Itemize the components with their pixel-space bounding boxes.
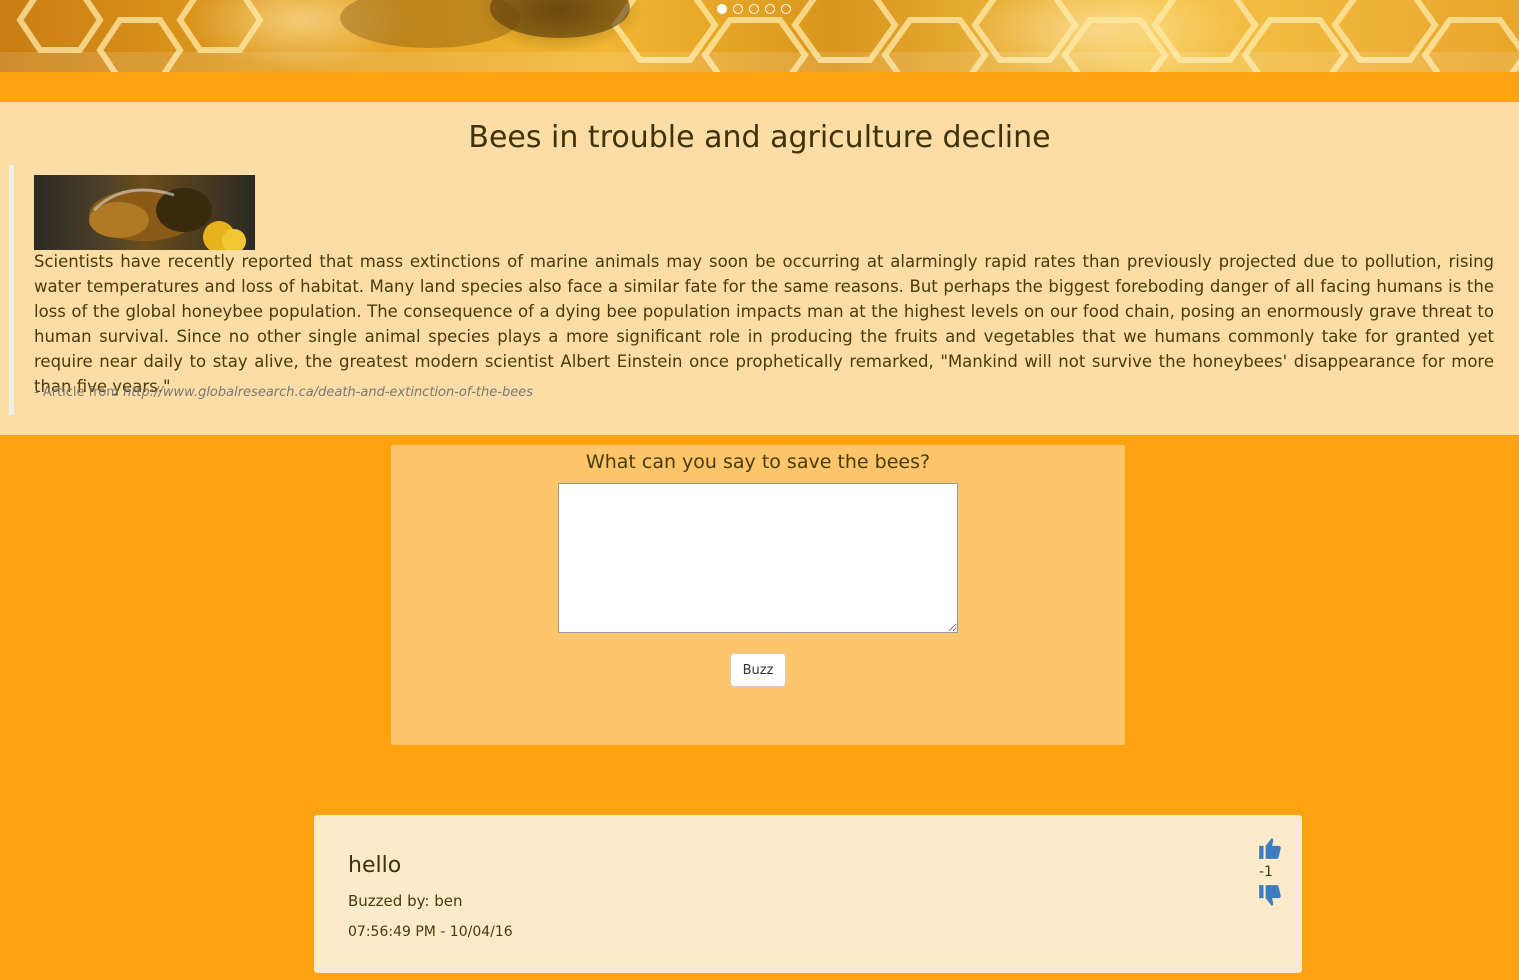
hero-carousel (0, 0, 1519, 72)
article-blockquote: Scientists have recently reported that m… (9, 165, 1504, 415)
thumbs-up-icon[interactable] (1257, 835, 1283, 861)
vote-score: -1 (1259, 864, 1273, 880)
vote-controls: -1 (1257, 835, 1285, 909)
carousel-indicators (717, 4, 791, 14)
article-source: - Article from http://www.globalresearch… (34, 385, 533, 400)
source-link[interactable]: http://www.globalresearch.ca/death-and-e… (123, 385, 533, 400)
post-title: hello (348, 853, 402, 878)
carousel-dot-2[interactable] (733, 4, 743, 14)
article-title: Bees in trouble and agriculture decline (468, 120, 1051, 155)
buzz-form: What can you say to save the bees? Buzz (391, 445, 1125, 745)
article-body: Scientists have recently reported that m… (34, 252, 1494, 396)
buzz-prompt-label: What can you say to save the bees? (585, 451, 931, 473)
carousel-dot-5[interactable] (781, 4, 791, 14)
post-timestamp: 07:56:49 PM - 10/04/16 (348, 924, 513, 940)
buzz-textarea[interactable] (558, 483, 958, 633)
post-author: Buzzed by: ben (348, 892, 463, 910)
bee-image (34, 175, 255, 250)
carousel-dot-3[interactable] (749, 4, 759, 14)
carousel-dot-4[interactable] (765, 4, 775, 14)
buzz-button[interactable]: Buzz (730, 653, 786, 687)
carousel-dot-1[interactable] (717, 4, 727, 14)
thumbs-down-icon[interactable] (1257, 883, 1283, 909)
post-card: hello Buzzed by: ben 07:56:49 PM - 10/04… (314, 815, 1302, 973)
article-section: Bees in trouble and agriculture decline … (0, 102, 1519, 435)
source-prefix: - Article from (34, 385, 124, 400)
